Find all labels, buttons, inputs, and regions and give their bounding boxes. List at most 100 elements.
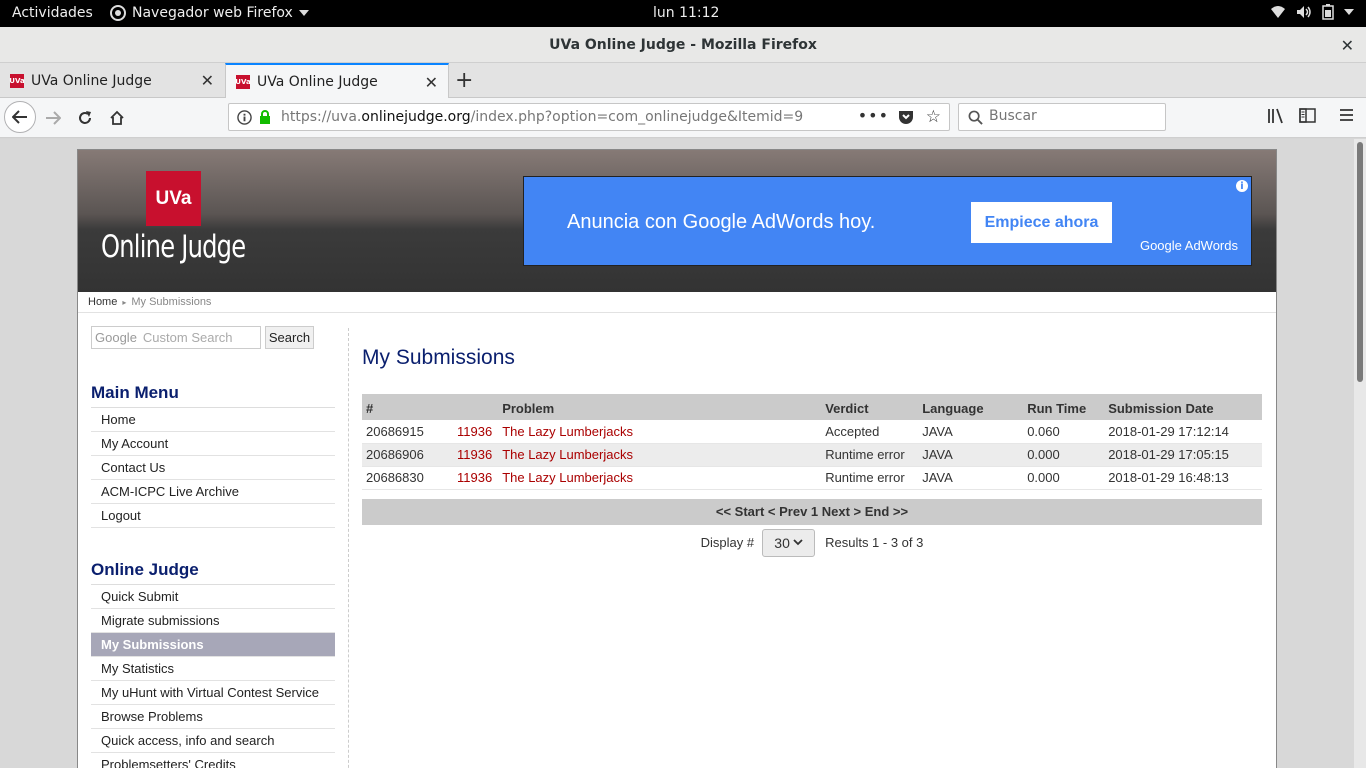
- uva-logo[interactable]: UVa Online Judge: [98, 164, 248, 279]
- pagination[interactable]: << Start < Prev 1 Next > End >>: [362, 498, 1262, 525]
- online-judge-menu-title: Online Judge: [91, 560, 335, 585]
- caret-down-icon: [298, 10, 309, 16]
- col-header-id: #: [362, 394, 453, 420]
- problem-name-link[interactable]: The Lazy Lumberjacks: [498, 420, 822, 444]
- display-count-select[interactable]: 30: [762, 528, 816, 557]
- verdict: Runtime error: [821, 443, 919, 467]
- tab-close-icon[interactable]: ✕: [425, 73, 438, 92]
- ad-cta-button[interactable]: Empiece ahora: [971, 202, 1112, 243]
- breadcrumb-home-link[interactable]: Home: [88, 296, 117, 308]
- bookmark-star-icon[interactable]: ☆: [926, 107, 941, 127]
- custom-search-button[interactable]: Search: [265, 326, 314, 349]
- main-content: My Submissions # Problem Verdict Languag…: [362, 346, 1262, 557]
- table-row: 20686906 11936 The Lazy Lumberjacks Runt…: [362, 443, 1262, 467]
- url-bar[interactable]: https://uva.onlinejudge.org/index.php?op…: [228, 103, 950, 131]
- submission-id: 20686830: [362, 466, 453, 490]
- window-title-bar: UVa Online Judge - Mozilla Firefox ✕: [0, 27, 1366, 63]
- scrollbar-thumb[interactable]: [1357, 142, 1363, 382]
- column-divider: [348, 328, 349, 768]
- display-count-control: Display # 30 Results 1 - 3 of 3: [362, 528, 1262, 557]
- pocket-icon[interactable]: [898, 110, 914, 125]
- hamburger-menu-icon[interactable]: [1339, 108, 1354, 122]
- problem-id-link[interactable]: 11936: [453, 466, 499, 490]
- search-icon: [968, 110, 983, 125]
- home-button[interactable]: [102, 103, 132, 133]
- activities-button[interactable]: Actividades: [12, 5, 93, 21]
- url-prefix: https://uva.: [281, 109, 362, 125]
- display-count-value: 30: [774, 534, 790, 551]
- run-time: 0.000: [1023, 466, 1105, 490]
- breadcrumb: Home ▸ My Submissions: [88, 296, 211, 308]
- results-count: Results 1 - 3 of 3: [825, 535, 924, 550]
- firefox-icon: [110, 5, 126, 21]
- sidebar-toggle-icon[interactable]: [1299, 108, 1316, 123]
- menu-item-uhunt[interactable]: My uHunt with Virtual Contest Service: [91, 681, 335, 705]
- tab-bar: UVa UVa Online Judge ✕ UVa UVa Online Ju…: [0, 63, 1366, 99]
- app-menu[interactable]: Navegador web Firefox: [110, 5, 309, 21]
- home-icon: [110, 110, 124, 125]
- breadcrumb-current: My Submissions: [131, 296, 212, 308]
- library-icon[interactable]: [1267, 108, 1285, 124]
- problem-name-link[interactable]: The Lazy Lumberjacks: [498, 443, 822, 467]
- forward-button[interactable]: [38, 103, 68, 133]
- menu-item-my-submissions[interactable]: My Submissions: [91, 633, 335, 657]
- problem-id-link[interactable]: 11936: [453, 420, 499, 444]
- reload-button[interactable]: [70, 103, 100, 133]
- site-container: UVa Online Judge Anuncia con Google AdWo…: [77, 149, 1277, 768]
- back-button[interactable]: [4, 101, 36, 133]
- url-text[interactable]: https://uva.onlinejudge.org/index.php?op…: [281, 109, 803, 125]
- page-scrollbar[interactable]: [1354, 139, 1366, 768]
- menu-item-browse-problems[interactable]: Browse Problems: [91, 705, 335, 729]
- problem-name-link[interactable]: The Lazy Lumberjacks: [498, 466, 822, 490]
- ad-info-icon[interactable]: i: [1235, 179, 1249, 193]
- menu-item-migrate-submissions[interactable]: Migrate submissions: [91, 609, 335, 633]
- clock[interactable]: lun 11:12: [653, 5, 719, 21]
- wifi-icon: [1271, 6, 1285, 18]
- system-tray[interactable]: [1270, 4, 1354, 20]
- display-label: Display #: [700, 535, 755, 550]
- tab-uva-2[interactable]: UVa UVa Online Judge ✕: [225, 63, 449, 99]
- menu-item-problemsetters-credits[interactable]: Problemsetters' Credits: [91, 753, 335, 768]
- search-bar[interactable]: [958, 103, 1166, 131]
- url-domain: onlinejudge.org: [361, 109, 471, 125]
- page-title: My Submissions: [362, 346, 515, 369]
- forward-arrow-icon: [46, 111, 61, 125]
- breadcrumb-divider: [78, 312, 1276, 313]
- google-watermark: Google: [95, 330, 137, 345]
- menu-item-logout[interactable]: Logout: [91, 504, 335, 528]
- tab-label: UVa Online Judge: [257, 74, 378, 90]
- col-header-pid: [453, 394, 499, 420]
- problem-id-link[interactable]: 11936: [453, 443, 499, 467]
- menu-item-my-statistics[interactable]: My Statistics: [91, 657, 335, 681]
- caret-down-icon: [1344, 9, 1354, 15]
- tab-close-icon[interactable]: ✕: [201, 71, 214, 90]
- new-tab-icon[interactable]: +: [455, 68, 473, 93]
- navigation-toolbar: https://uva.onlinejudge.org/index.php?op…: [0, 98, 1366, 138]
- search-input[interactable]: [989, 108, 1159, 124]
- info-icon[interactable]: [237, 110, 252, 125]
- col-header-problem: Problem: [498, 394, 822, 420]
- page-actions-icon[interactable]: •••: [858, 106, 889, 125]
- back-arrow-icon: [12, 110, 27, 124]
- window-title: UVa Online Judge - Mozilla Firefox: [549, 37, 817, 53]
- custom-search-input[interactable]: Google Custom Search: [91, 326, 261, 349]
- menu-item-my-account[interactable]: My Account: [91, 432, 335, 456]
- logo-text: Online Judge: [101, 229, 246, 265]
- lock-icon[interactable]: [259, 110, 271, 125]
- submission-date: 2018-01-29 17:12:14: [1104, 420, 1262, 444]
- menu-item-live-archive[interactable]: ACM-ICPC Live Archive: [91, 480, 335, 504]
- col-header-runtime: Run Time: [1023, 394, 1105, 420]
- menu-item-home[interactable]: Home: [91, 408, 335, 432]
- menu-item-contact-us[interactable]: Contact Us: [91, 456, 335, 480]
- menu-item-quick-access[interactable]: Quick access, info and search: [91, 729, 335, 753]
- custom-search-placeholder: Custom Search: [142, 330, 233, 345]
- col-header-date: Submission Date: [1104, 394, 1262, 420]
- language: JAVA: [918, 466, 1024, 490]
- window-close-icon[interactable]: ✕: [1341, 36, 1354, 55]
- menu-item-quick-submit[interactable]: Quick Submit: [91, 585, 335, 609]
- verdict: Runtime error: [821, 466, 919, 490]
- volume-icon: [1297, 6, 1311, 18]
- adwords-banner[interactable]: Anuncia con Google AdWords hoy. Empiece …: [523, 176, 1252, 266]
- tab-uva-1[interactable]: UVa UVa Online Judge ✕: [0, 63, 224, 98]
- ad-brand: Google AdWords: [1139, 238, 1238, 253]
